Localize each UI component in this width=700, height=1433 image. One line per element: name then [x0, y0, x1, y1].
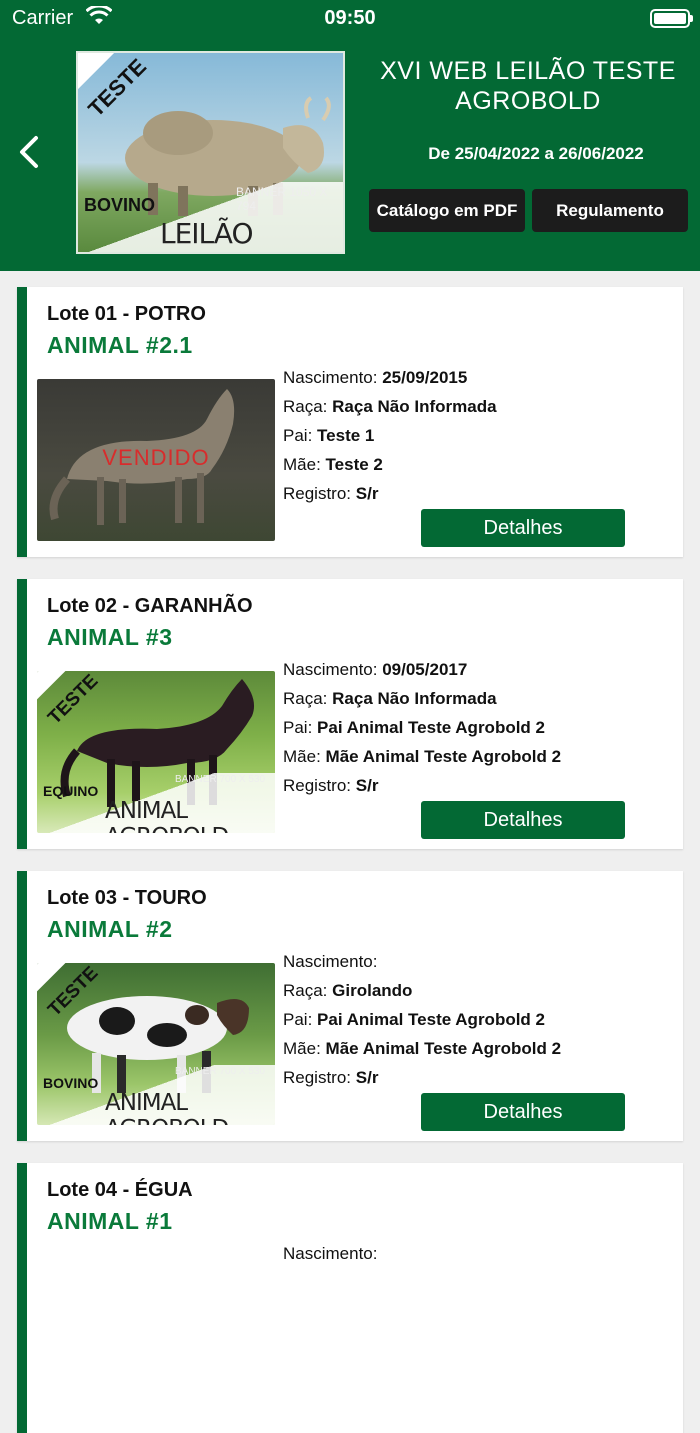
father: Pai Animal Teste Agrobold 2 — [317, 718, 545, 737]
animal-name: ANIMAL #1 — [47, 1208, 173, 1234]
animal-photo: TESTE BOVINO BANNER 700 X 530 ANIMAL AGR… — [37, 963, 275, 1125]
breed: Raça Não Informada — [332, 689, 497, 708]
photo-dims: BANNER 700 X 530 — [175, 774, 266, 785]
lot-number: Lote 01 - POTRO — [47, 303, 206, 325]
details-button[interactable]: Detalhes — [421, 1093, 625, 1131]
lot-card[interactable]: Lote 01 - POTRO ANIMAL #2.1 VENDIDO Nasc… — [17, 287, 683, 557]
lot-number: Lote 04 - ÉGUA — [47, 1179, 193, 1201]
animal-photo: TESTE EQUINO BANNER 700 X 530 ANIMAL AGR… — [37, 671, 275, 833]
lot-info: Nascimento: 25/09/2015 Raça: Raça Não In… — [283, 368, 497, 503]
lot-card[interactable]: Lote 04 - ÉGUA ANIMAL #1 Nascimento: — [17, 1163, 683, 1433]
animal-name: ANIMAL #3 — [47, 624, 173, 650]
details-button[interactable]: Detalhes — [421, 801, 625, 839]
status-bar: Carrier 09:50 — [0, 0, 700, 36]
event-title: XVI WEB LEILÃO TESTE AGROBOLD — [380, 57, 676, 115]
registry: S/r — [355, 1068, 379, 1087]
event-dates: De 25/04/2022 a 26/06/2022 — [428, 144, 644, 163]
breed: Raça Não Informada — [332, 397, 497, 416]
catalog-pdf-button[interactable]: Catálogo em PDF — [369, 189, 525, 232]
registry: S/r — [355, 776, 379, 795]
animal-photo: VENDIDO — [37, 379, 275, 541]
photo-brand: ANIMAL AGROBOLD — [105, 1090, 229, 1125]
birth-date: 09/05/2017 — [382, 660, 468, 679]
details-button[interactable]: Detalhes — [421, 509, 625, 547]
banner-brand: LEILÃO AGROBOLD — [160, 217, 313, 252]
back-arrow-icon[interactable] — [14, 132, 48, 172]
auction-banner-image: TESTE BOVINO BANNER 1050 X 794 LEILÃO AG… — [76, 51, 345, 254]
lot-number: Lote 02 - GARANHÃO — [47, 595, 253, 617]
breed: Girolando — [332, 981, 413, 1000]
banner-kind: BOVINO — [84, 195, 156, 215]
rules-button[interactable]: Regulamento — [532, 189, 688, 232]
animal-name: ANIMAL #2.1 — [47, 332, 193, 358]
birth-date: 25/09/2015 — [382, 368, 468, 387]
mother: Mãe Animal Teste Agrobold 2 — [325, 747, 562, 766]
lot-info: Nascimento: Raça: Girolando Pai: Pai Ani… — [283, 952, 562, 1087]
battery-icon — [650, 9, 693, 28]
photo-brand: ANIMAL AGROBOLD — [105, 798, 229, 833]
photo-kind: EQUINO — [43, 783, 99, 799]
auction-header: TESTE BOVINO BANNER 1050 X 794 LEILÃO AG… — [0, 36, 700, 271]
mother: Teste 2 — [325, 455, 383, 474]
animal-name: ANIMAL #2 — [47, 916, 173, 942]
father: Pai Animal Teste Agrobold 2 — [317, 1010, 545, 1029]
lot-info: Nascimento: — [283, 1244, 378, 1263]
sold-label: VENDIDO — [102, 445, 210, 470]
lot-card[interactable]: Lote 02 - GARANHÃO ANIMAL #3 TESTE EQUIN… — [17, 579, 683, 849]
father: Teste 1 — [317, 426, 375, 445]
lot-number: Lote 03 - TOURO — [47, 887, 207, 909]
mother: Mãe Animal Teste Agrobold 2 — [325, 1039, 562, 1058]
lot-card[interactable]: Lote 03 - TOURO ANIMAL #2 TESTE BOVINO B… — [17, 871, 683, 1141]
photo-dims: BANNER 700 X 530 — [175, 1066, 266, 1077]
clock: 09:50 — [324, 7, 376, 29]
banner-dims: BANNER 1050 X 794 — [236, 185, 328, 213]
lot-info: Nascimento: 09/05/2017 Raça: Raça Não In… — [283, 660, 562, 795]
registry: S/r — [355, 484, 379, 503]
photo-kind: BOVINO — [43, 1075, 99, 1091]
